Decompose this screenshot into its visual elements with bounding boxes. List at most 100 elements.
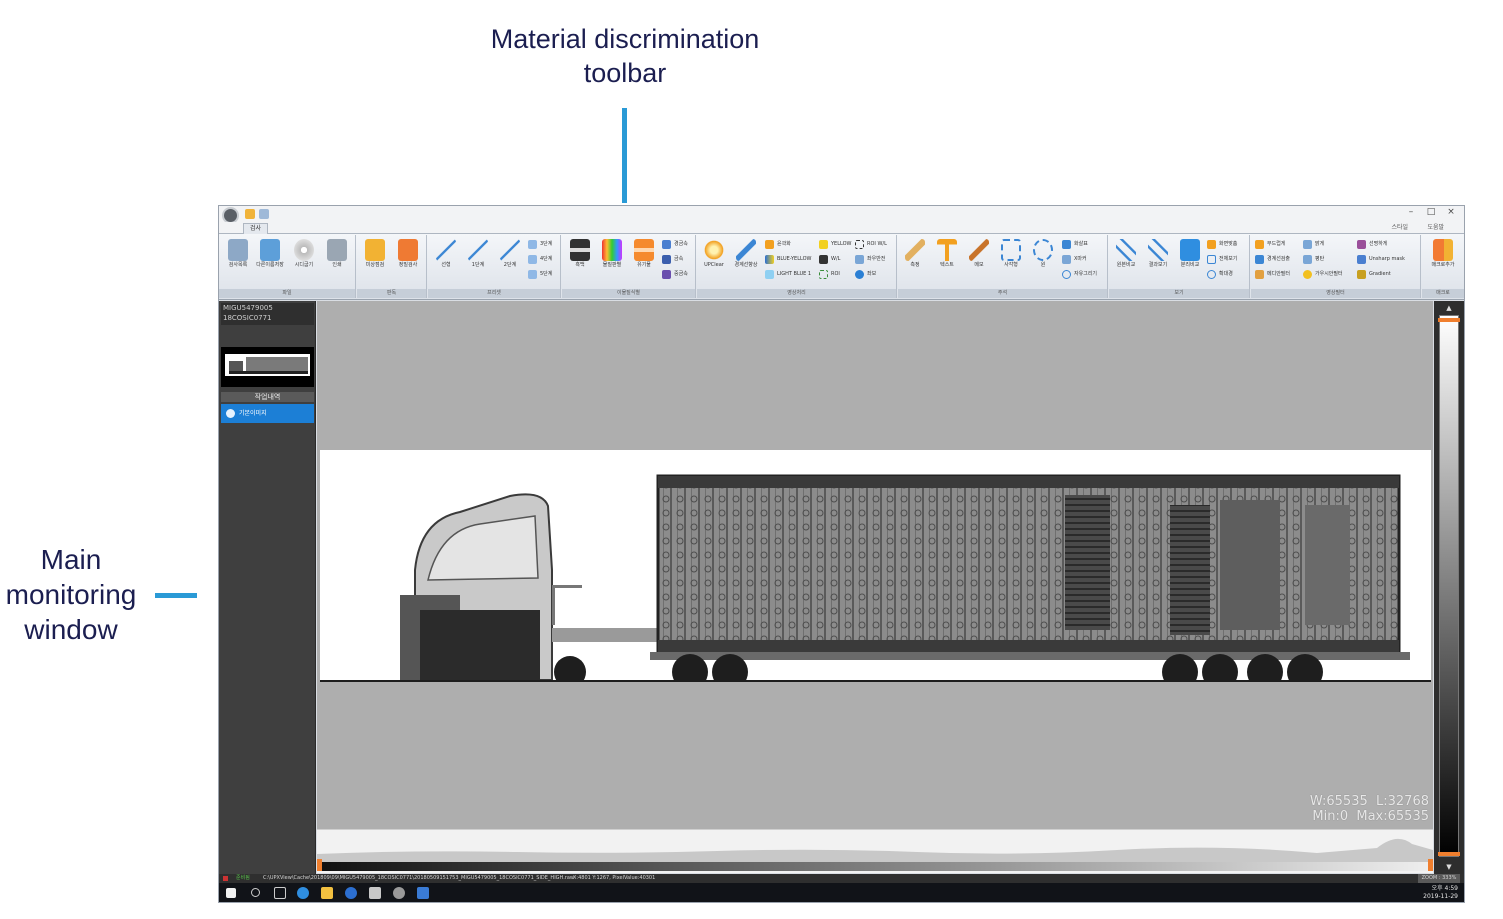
main-monitoring-window[interactable]: W:65535 L:32768 Min:0 Max:65535 xyxy=(317,301,1433,829)
preset-level2-button[interactable]: 2단계 xyxy=(495,239,525,269)
edge-enhance-button[interactable]: 경계선향상 xyxy=(731,239,761,269)
split-compare-button[interactable]: 분리비교 xyxy=(1175,239,1205,269)
x-clipboard-icon xyxy=(398,239,418,261)
circle-button[interactable]: 원 xyxy=(1028,239,1058,269)
fit-screen-button[interactable]: 화면맞춤 xyxy=(1207,238,1237,251)
flatten-button[interactable]: 평탄 xyxy=(1303,253,1324,266)
window-callout-line3: window xyxy=(24,614,118,645)
maximize-button[interactable]: □ xyxy=(1424,207,1438,217)
blue-yellow-button[interactable]: BLUE-YELLOW xyxy=(765,253,811,266)
upclear-button[interactable]: UPClear xyxy=(699,239,729,269)
histogram-min-handle[interactable] xyxy=(317,859,322,871)
shield-icon[interactable] xyxy=(417,887,429,899)
search-icon[interactable] xyxy=(251,888,260,897)
rectangle-button[interactable]: 사각형 xyxy=(996,239,1026,269)
xray-viewer-app-icon[interactable] xyxy=(393,887,405,899)
level-min-handle[interactable] xyxy=(1438,852,1460,856)
print-button[interactable]: 인쇄 xyxy=(322,239,352,269)
curve-icon xyxy=(500,239,520,261)
yellow-button[interactable]: YELLOW xyxy=(819,238,852,251)
network-icon[interactable] xyxy=(369,887,381,899)
histogram-panel[interactable] xyxy=(317,829,1433,873)
contour-button[interactable]: 윤곽화 xyxy=(765,238,791,251)
arrow-button[interactable]: 화살표 xyxy=(1062,238,1088,251)
clock-time: 오후 4:59 xyxy=(1431,885,1458,892)
brighten-button[interactable]: 밝게 xyxy=(1303,238,1324,251)
roi-button[interactable]: ROI xyxy=(819,268,840,281)
detailed-inspection-button[interactable]: 정밀검사 xyxy=(393,239,423,269)
rotate-icon xyxy=(855,270,864,279)
histogram-max-handle[interactable] xyxy=(1428,859,1433,871)
internet-explorer-icon[interactable] xyxy=(345,887,357,899)
median-filter-button[interactable]: 메디안필터 xyxy=(1255,268,1290,281)
add-macro-button[interactable]: 매크로추가 xyxy=(1428,239,1458,269)
light-blue-button[interactable]: LIGHT BLUE 1 xyxy=(765,268,811,281)
light-metal-button[interactable]: 경금속 xyxy=(662,238,688,251)
style-menu[interactable]: 스타일 xyxy=(1391,222,1408,234)
help-menu[interactable]: 도움말 xyxy=(1427,222,1444,234)
compare-original-button[interactable]: 원본비교 xyxy=(1111,239,1141,269)
text-button[interactable]: 텍스트 xyxy=(932,239,962,269)
window-level-button[interactable]: W/L xyxy=(819,253,840,266)
window-callout-line2: monitoring xyxy=(5,579,137,610)
organic-button[interactable]: 유기물 xyxy=(629,239,659,269)
full-view-button[interactable]: 전체보기 xyxy=(1207,253,1237,266)
sun-icon xyxy=(704,239,724,261)
ribbon-group-material: 흑백 물질판별 유기물 경금속 금속 중금속 이물질식별 xyxy=(562,235,696,298)
x-icon xyxy=(1062,255,1071,264)
edge-browser-icon[interactable] xyxy=(297,887,309,899)
flip-horizontal-button[interactable]: 좌우반전 xyxy=(855,253,885,266)
heavy-metal-button[interactable]: 중금속 xyxy=(662,268,688,281)
preset-level1-button[interactable]: 1단계 xyxy=(463,239,493,269)
gradient-button[interactable]: Gradient xyxy=(1357,268,1391,281)
memo-button[interactable]: 메모 xyxy=(964,239,994,269)
scan-thumbnail[interactable] xyxy=(221,347,314,387)
quick-access-undo-icon[interactable] xyxy=(259,209,269,219)
freehand-button[interactable]: 자유그리기 xyxy=(1062,268,1097,281)
sharpen-button[interactable]: 선명하게 xyxy=(1357,238,1387,251)
suspect-check-button[interactable]: 미상점검 xyxy=(360,239,390,269)
left-panel: MIGU5479005 18COSIC0771 작업내역 기본이미지 xyxy=(219,301,316,874)
ribbon-group-caption: 프리셋 xyxy=(428,289,560,298)
unsharp-mask-button[interactable]: Unsharp mask xyxy=(1357,253,1405,266)
preset-level3-button[interactable]: 3단계 xyxy=(528,238,552,251)
edge-detect-button[interactable]: 경계선검출 xyxy=(1255,253,1290,266)
smooth-button[interactable]: 부드럽게 xyxy=(1255,238,1285,251)
scroll-up-icon[interactable]: ▲ xyxy=(1434,304,1464,312)
work-history-item[interactable]: 기본이미지 xyxy=(221,404,314,423)
rotate-button[interactable]: 좌보 xyxy=(855,268,876,281)
preset-level5-button[interactable]: 5단계 xyxy=(528,268,552,281)
close-button[interactable]: × xyxy=(1444,207,1458,217)
task-view-icon[interactable] xyxy=(274,887,286,899)
preset-linear-button[interactable]: 선형 xyxy=(431,239,461,269)
windows-start-icon[interactable] xyxy=(226,888,236,898)
unsharp-icon xyxy=(1357,255,1366,264)
black-white-button[interactable]: 흑백 xyxy=(565,239,595,269)
ribbon-group-caption: 판독 xyxy=(357,289,426,298)
container-id-2: 18COSIC0771 xyxy=(223,314,272,322)
save-as-button[interactable]: 다른이름저장 xyxy=(255,239,285,269)
view-result-button[interactable]: 결과보기 xyxy=(1143,239,1173,269)
level-max-handle[interactable] xyxy=(1438,318,1460,322)
x-marker-button[interactable]: X마커 xyxy=(1062,253,1087,266)
roi-wl-button[interactable]: ROI W/L xyxy=(855,238,887,251)
metal-button[interactable]: 금속 xyxy=(662,253,683,266)
diamond-icon xyxy=(1148,239,1168,261)
material-discrimination-button[interactable]: 물질판별 xyxy=(597,239,627,269)
tab-inspection[interactable]: 검사 xyxy=(243,223,269,234)
inspection-list-button[interactable]: 검사목록 xyxy=(223,239,253,269)
gaussian-filter-button[interactable]: 가우시안필터 xyxy=(1303,268,1343,281)
scroll-down-icon[interactable]: ▼ xyxy=(1434,863,1464,871)
xray-scan-image[interactable] xyxy=(320,450,1431,690)
magnifier-button[interactable]: 확대경 xyxy=(1207,268,1233,281)
file-explorer-icon[interactable] xyxy=(321,887,333,899)
curve-icon xyxy=(528,240,537,249)
palette-icon xyxy=(765,270,774,279)
minimize-button[interactable]: – xyxy=(1404,207,1418,217)
burn-cd-button[interactable]: 시디굽기 xyxy=(289,239,319,269)
preset-level4-button[interactable]: 4단계 xyxy=(528,253,552,266)
window-level-readout: W:65535 L:32768 Min:0 Max:65535 xyxy=(1310,794,1429,824)
level-gradient-bar[interactable] xyxy=(1439,315,1459,857)
measure-button[interactable]: 측정 xyxy=(900,239,930,269)
quick-access-open-icon[interactable] xyxy=(245,209,255,219)
